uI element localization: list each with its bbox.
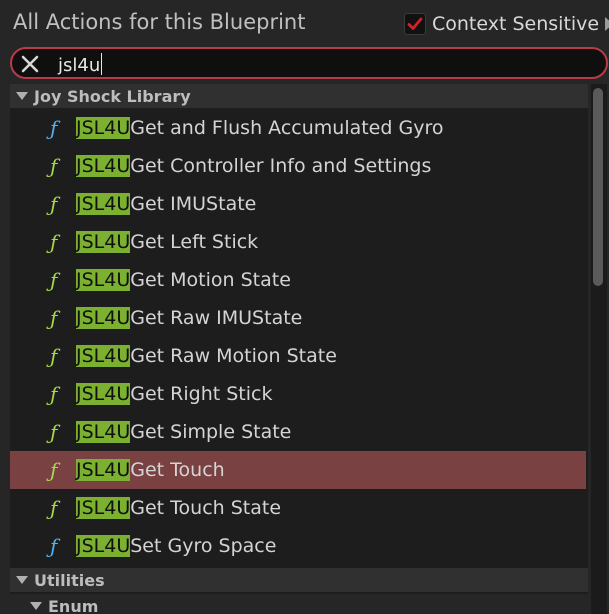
action-list: Joy Shock Library ƒ JSL4UGet and Flush A… — [10, 84, 588, 614]
category-utilities[interactable]: Utilities — [10, 568, 588, 592]
item-label: JSL4UGet Left Stick — [76, 231, 259, 253]
category-enum[interactable]: Enum — [10, 594, 588, 614]
match-highlight: JSL4U — [76, 497, 131, 519]
list-item[interactable]: ƒ JSL4UGet Right Stick — [10, 375, 586, 413]
function-icon: ƒ — [50, 230, 58, 254]
category-label: Utilities — [34, 570, 105, 590]
context-sensitive-label: Context Sensitive — [432, 13, 600, 35]
category-label: Enum — [48, 596, 99, 614]
checkmark-icon — [407, 17, 423, 30]
collapse-arrow-icon[interactable] — [16, 576, 28, 584]
function-icon: ƒ — [50, 458, 58, 482]
item-label: JSL4UGet Touch State — [76, 497, 282, 519]
search-box[interactable]: jsl4u — [10, 47, 608, 79]
function-icon: ƒ — [50, 306, 58, 330]
item-label: JSL4UGet and Flush Accumulated Gyro — [76, 117, 444, 139]
item-label: JSL4UGet Controller Info and Settings — [76, 155, 432, 177]
match-highlight: JSL4U — [76, 459, 131, 481]
list-item[interactable]: ƒ JSL4UGet Left Stick — [10, 223, 586, 261]
match-highlight: JSL4U — [76, 117, 131, 139]
function-icon: ƒ — [50, 534, 58, 558]
item-label: JSL4UGet IMUState — [76, 193, 257, 215]
item-label: JSL4UGet Simple State — [76, 421, 292, 443]
scrollbar-thumb[interactable] — [593, 88, 603, 286]
scrollbar[interactable] — [591, 84, 607, 614]
item-label: JSL4UGet Motion State — [76, 269, 291, 291]
match-highlight: JSL4U — [76, 231, 131, 253]
item-label: JSL4USet Gyro Space — [76, 535, 277, 557]
function-icon: ƒ — [50, 420, 58, 444]
palette-title: All Actions for this Blueprint — [13, 10, 306, 34]
item-label: JSL4UGet Raw IMUState — [76, 307, 303, 329]
match-highlight: JSL4U — [76, 193, 131, 215]
list-item[interactable]: ƒ JSL4USet Gyro Space — [10, 527, 586, 565]
list-item[interactable]: ƒ JSL4UGet Motion State — [10, 261, 586, 299]
context-sensitive-checkbox[interactable] — [404, 13, 426, 35]
item-label: JSL4UGet Right Stick — [76, 383, 273, 405]
function-icon: ƒ — [50, 116, 58, 140]
list-item[interactable]: ƒ JSL4UGet Raw IMUState — [10, 299, 586, 337]
match-highlight: JSL4U — [76, 535, 131, 557]
palette-header: All Actions for this Blueprint Context S… — [0, 0, 609, 48]
close-icon[interactable] — [20, 54, 40, 74]
list-item[interactable]: ƒ JSL4UGet IMUState — [10, 185, 586, 223]
function-icon: ƒ — [50, 268, 58, 292]
item-label: JSL4UGet Raw Motion State — [76, 345, 337, 367]
function-icon: ƒ — [50, 382, 58, 406]
search-value: jsl4u — [58, 55, 101, 76]
category-label: Joy Shock Library — [34, 86, 191, 106]
search-input[interactable]: jsl4u — [58, 53, 103, 76]
match-highlight: JSL4U — [76, 383, 131, 405]
list-item[interactable]: ƒ JSL4UGet and Flush Accumulated Gyro — [10, 109, 586, 147]
collapse-arrow-icon[interactable] — [30, 602, 42, 610]
match-highlight: JSL4U — [76, 269, 131, 291]
category-joy-shock-library[interactable]: Joy Shock Library — [10, 84, 588, 108]
match-highlight: JSL4U — [76, 155, 131, 177]
function-icon: ƒ — [50, 154, 58, 178]
text-caret — [101, 53, 103, 75]
list-item[interactable]: ƒ JSL4UGet Controller Info and Settings — [10, 147, 586, 185]
function-icon: ƒ — [50, 192, 58, 216]
item-label: JSL4UGet Touch — [76, 459, 225, 481]
context-sensitive-toggle[interactable]: Context Sensitive — [404, 10, 609, 38]
collapse-arrow-icon[interactable] — [16, 92, 28, 100]
match-highlight: JSL4U — [76, 307, 131, 329]
list-item[interactable]: ƒ JSL4UGet Simple State — [10, 413, 586, 451]
list-item[interactable]: ƒ JSL4UGet Touch State — [10, 489, 586, 527]
expand-arrow-icon[interactable] — [605, 17, 609, 31]
list-item-selected[interactable]: ƒ JSL4UGet Touch — [10, 451, 586, 489]
match-highlight: JSL4U — [76, 345, 131, 367]
function-icon: ƒ — [50, 344, 58, 368]
list-item[interactable]: ƒ JSL4UGet Raw Motion State — [10, 337, 586, 375]
function-icon: ƒ — [50, 496, 58, 520]
match-highlight: JSL4U — [76, 421, 131, 443]
